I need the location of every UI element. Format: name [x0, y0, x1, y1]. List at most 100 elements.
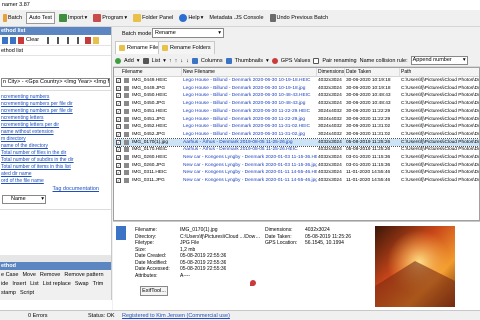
col-date-taken[interactable]: Date Taken: [345, 68, 400, 77]
method-link-7[interactable]: name of the directory: [0, 143, 111, 150]
arrow-top-icon[interactable]: [67, 36, 70, 44]
auto-test-button[interactable]: Auto Test: [26, 12, 55, 24]
remove-pattern-button[interactable]: Remove pattern: [64, 272, 103, 278]
trim-button[interactable]: Trim: [93, 281, 104, 287]
tag-documentation-link[interactable]: Tag documentation: [0, 185, 111, 193]
table-row[interactable]: ✓ IMG_0311.JPG New car - Kongens Lyngby - …: [114, 177, 479, 185]
row-checkbox[interactable]: ✓: [116, 131, 121, 137]
col-dimensions[interactable]: Dimensions: [317, 68, 345, 77]
arrow-up-icon[interactable]: ↑: [169, 58, 172, 64]
table-row[interactable]: ✓ IMG_0449.JPG Lego House - Billund - Denm…: [114, 85, 479, 93]
method-link-1[interactable]: ncrementing numbers per file dir: [0, 101, 111, 108]
col-path[interactable]: Path: [400, 68, 479, 77]
method-link-3[interactable]: ncrementing letters: [0, 115, 111, 122]
row-checkbox[interactable]: ✓: [116, 116, 121, 122]
swap-button[interactable]: Swap: [75, 281, 89, 287]
row-checkbox[interactable]: ✓: [116, 78, 121, 83]
import-button[interactable]: Import ▾: [57, 12, 89, 24]
script-tab[interactable]: Script: [20, 290, 34, 296]
move-down-icon[interactable]: [10, 36, 16, 44]
table-row[interactable]: ✓ IMG_0451.HEIC Lego House - Billund - Den…: [114, 108, 479, 116]
table-row[interactable]: ✓ IMG_0452.JPG Lego House - Billund - Denm…: [114, 131, 479, 139]
insert-button[interactable]: Insert: [12, 281, 26, 287]
arrow-down-icon[interactable]: ↓: [180, 58, 183, 64]
method-link-8[interactable]: Total number of files in the dir: [0, 150, 111, 157]
table-row[interactable]: ✓ IMG_0451.JPG Lego House - Billund - Denm…: [114, 116, 479, 124]
row-checkbox[interactable]: ✓: [116, 139, 121, 145]
row-checkbox[interactable]: ✓: [116, 155, 121, 160]
table-row[interactable]: ✓ IMG_0170.HEIC Aarhus - Århus - Denmark 2…: [114, 146, 479, 154]
col-new-filename[interactable]: New Filename: [182, 68, 317, 77]
table-row[interactable]: ✓ IMG_0452.HEIC Lego House - Billund - Den…: [114, 123, 479, 131]
row-checkbox[interactable]: ✓: [116, 85, 121, 91]
table-cell: 4032x3024: [318, 85, 342, 91]
list-button[interactable]: List: [30, 281, 39, 287]
method-link-4[interactable]: ncrementing letters per dir: [0, 122, 111, 129]
arrow-down-icon[interactable]: [57, 36, 60, 44]
help-button[interactable]: Help ▾: [177, 12, 205, 24]
row-checkbox[interactable]: ✓: [116, 170, 121, 176]
registration-link[interactable]: Registered to Kim Jensen (Commercial use…: [122, 313, 230, 319]
program-button[interactable]: Program ▾: [91, 12, 129, 24]
method-link-9[interactable]: Total number of subdirs in the dir: [0, 157, 111, 164]
name-select[interactable]: Name ▾: [2, 195, 46, 204]
files-icon: [119, 45, 125, 51]
method-link-11[interactable]: ated dir name: [0, 171, 111, 178]
change-case-button[interactable]: e Case: [1, 272, 18, 278]
table-row[interactable]: ✓ IMG_0450.JPG Lego House - Billund - Denm…: [114, 100, 479, 108]
row-checkbox[interactable]: ✓: [116, 93, 121, 99]
columns-button[interactable]: Columns: [201, 58, 223, 64]
list-replace-button[interactable]: List replace: [43, 281, 71, 287]
batch-mode-select[interactable]: Rename ▾: [152, 28, 224, 38]
timestamp-tab[interactable]: stamp: [1, 290, 16, 296]
collision-rule-select[interactable]: Append number ▾: [410, 56, 468, 65]
table-row[interactable]: ✓ IMG_0170(1).jpg Aarhus - Århus - Denmark…: [114, 137, 479, 148]
remove-button[interactable]: Remove: [40, 272, 60, 278]
clear-button[interactable]: Clear: [26, 37, 39, 43]
row-checkbox[interactable]: ✓: [116, 108, 121, 114]
arrow-up-icon[interactable]: [47, 36, 50, 44]
method-link-10[interactable]: Total number of items in this list: [0, 164, 111, 171]
method-link-0[interactable]: ncrementing numbers: [0, 94, 111, 101]
method-link-5[interactable]: name without extension: [0, 129, 111, 136]
col-filename[interactable]: Filename: [114, 68, 182, 77]
splitter[interactable]: [0, 255, 112, 262]
tab-rename-folders[interactable]: Rename Folders: [158, 41, 215, 54]
arrow-down-icon[interactable]: ↓: [186, 58, 189, 64]
method-link-6[interactable]: m directory: [0, 136, 111, 143]
divide-button[interactable]: ide: [1, 281, 8, 287]
batch-button[interactable]: Batch: [1, 12, 24, 24]
table-row[interactable]: ✓ IMG_0449.HEIC Lego House - Billund - Den…: [114, 77, 479, 85]
table-cell: C:\Users\fj\Pictures\iCloud Photos\Do: [401, 170, 480, 176]
thumbnails-button[interactable]: Thumbnails: [235, 58, 263, 64]
save-icon[interactable]: [85, 36, 92, 44]
method-link-2[interactable]: ncrementing numbers per file dir: [0, 108, 111, 115]
pair-renaming-checkbox[interactable]: [313, 57, 320, 64]
open-folder-icon[interactable]: [93, 36, 100, 44]
metadata-console-button[interactable]: Metadata .JS Console: [207, 12, 265, 24]
row-checkbox[interactable]: ✓: [116, 124, 121, 130]
table-row[interactable]: ✓ IMG_0260.JPG New car - Kongens Lyngby - …: [114, 162, 479, 170]
gps-values-button[interactable]: GPS Values: [281, 58, 311, 64]
table-row[interactable]: ✓ IMG_0260.HEIC New car - Kongens Lyngby -…: [114, 154, 479, 162]
property-label: Attributes:: [135, 272, 158, 279]
arrow-up-icon[interactable]: ↑: [175, 58, 178, 64]
move-up-icon[interactable]: [2, 36, 8, 44]
row-checkbox[interactable]: ✓: [116, 178, 121, 184]
pattern-input[interactable]: n City> - <Gps Country> <Img Year> <Img …: [1, 78, 110, 87]
delete-icon[interactable]: [18, 36, 24, 44]
folder-panel-button[interactable]: Folder Panel: [131, 12, 175, 24]
list-button[interactable]: List: [152, 58, 161, 64]
undo-batch-button[interactable]: Undo Previous Batch: [268, 12, 331, 24]
exiftool-button[interactable]: ExifTool...: [140, 286, 168, 296]
method-link-12[interactable]: ord of the file name: [0, 178, 111, 185]
add-button[interactable]: Add: [124, 58, 134, 64]
move-button[interactable]: Move: [22, 272, 35, 278]
arrow-bottom-icon[interactable]: [77, 36, 80, 44]
row-checkbox[interactable]: ✓: [116, 101, 121, 107]
method-list-item[interactable]: ethod list: [0, 47, 24, 54]
row-checkbox[interactable]: ✓: [116, 147, 121, 153]
row-checkbox[interactable]: ✓: [116, 162, 121, 168]
table-row[interactable]: ✓ IMG_0311.HEIC New car - Kongens Lyngby -…: [114, 169, 480, 177]
table-row[interactable]: ✓ IMG_0450.HEIC Lego House - Billund - Den…: [114, 92, 479, 100]
